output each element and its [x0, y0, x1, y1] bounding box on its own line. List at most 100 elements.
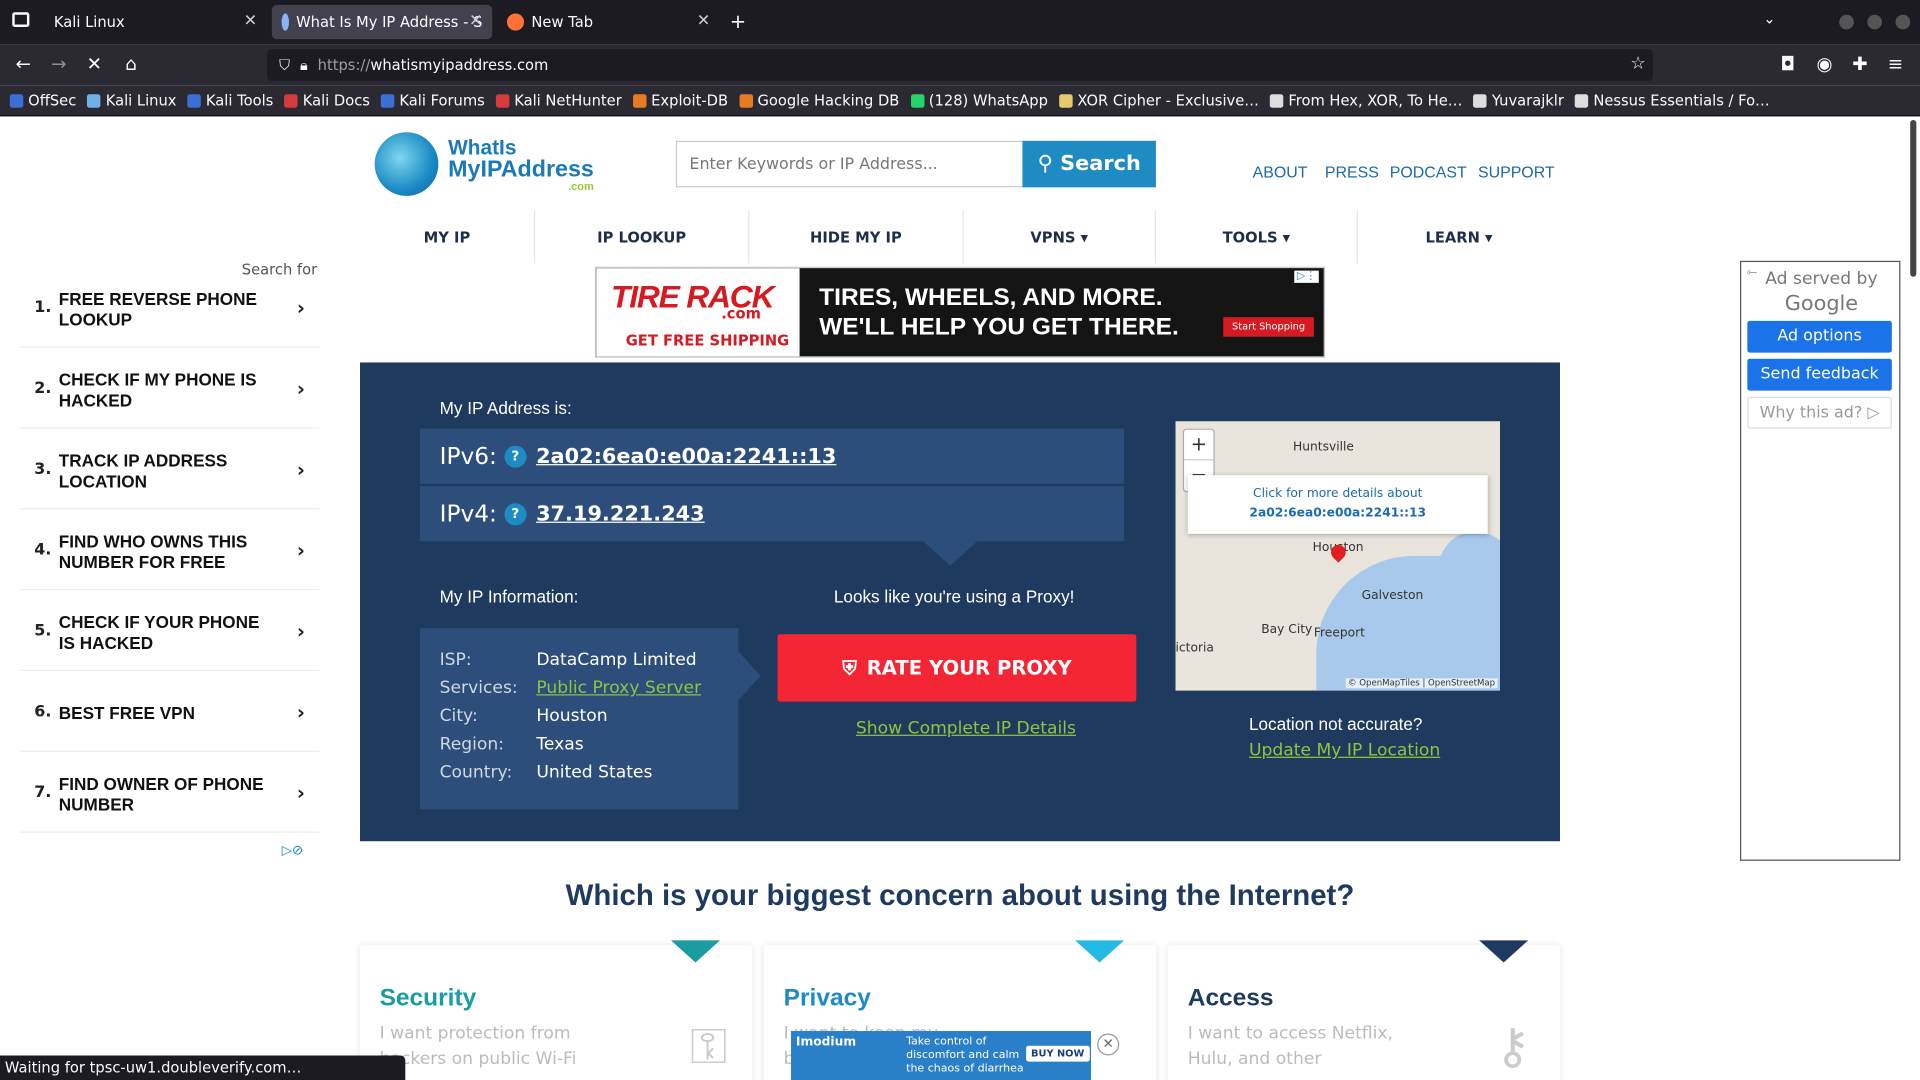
nav-hide-my-ip[interactable]: HIDE MY IP [749, 210, 964, 264]
rate-proxy-button[interactable]: ⛨ RATE YOUR PROXY [777, 634, 1137, 702]
tab-list-icon[interactable] [12, 12, 30, 27]
send-feedback-button[interactable]: Send feedback [1747, 358, 1892, 391]
menu-icon[interactable]: ≡ [1883, 53, 1907, 75]
forward-arrow-icon[interactable]: → [47, 53, 71, 75]
bookmark-item[interactable]: XOR Cipher - Exclusive… [1058, 92, 1259, 109]
why-this-ad-button[interactable]: Why this ad? ▷ [1747, 396, 1892, 429]
shield-icon[interactable]: ⛉ [279, 56, 290, 74]
country-row: Country: United States [439, 762, 653, 783]
search-ad-item[interactable]: 1. FREE REVERSE PHONE LOOKUP › [19, 272, 320, 348]
show-complete-details-link[interactable]: Show Complete IP Details [856, 719, 1076, 739]
site-logo[interactable]: WhatIs MyIPAddress .com [374, 132, 594, 196]
bookmark-item[interactable]: Kali Forums [380, 92, 485, 109]
site-search-button[interactable]: ⚲ Search [1022, 140, 1156, 188]
close-tab-icon[interactable]: ✕ [469, 12, 482, 30]
bookmark-item[interactable]: (128) WhatsApp [910, 92, 1048, 109]
ip-info-box: ISP: DataCamp Limited Services: Public Pro… [420, 628, 739, 810]
search-ad-item[interactable]: 4. FIND WHO OWNS THIS NUMBER FOR FREE › [19, 514, 320, 591]
scrollbar-thumb[interactable] [1910, 120, 1917, 277]
ad-options-button[interactable]: Ad options [1747, 320, 1892, 353]
search-ad-item[interactable]: 2. CHECK IF MY PHONE IS HACKED › [19, 353, 320, 429]
chevron-right-icon: › [296, 377, 305, 401]
maximize-icon[interactable] [1867, 14, 1883, 30]
bookmark-item[interactable]: Kali Tools [187, 92, 273, 109]
press-link[interactable]: PRESS [1325, 163, 1379, 181]
security-card[interactable]: Security I want protection from hackers … [360, 940, 752, 1080]
about-link[interactable]: ABOUT [1253, 163, 1308, 181]
map-label: Freeport [1313, 626, 1365, 641]
concern-heading: Which is your biggest concern about usin… [565, 879, 1355, 913]
bookmark-item[interactable]: Kali Docs [284, 92, 370, 109]
bookmark-favicon-icon [632, 93, 647, 108]
address-bar[interactable]: ⛉ 🔒︎ https:// whatismyipaddress.com ☆ [266, 48, 1654, 81]
nav-ip-lookup[interactable]: IP LOOKUP [535, 210, 750, 264]
page-scrollbar[interactable] [1907, 117, 1920, 1080]
extensions-icon[interactable]: ✚ [1848, 53, 1872, 75]
tab-kali-linux[interactable]: Kali Linux ✕ [44, 5, 267, 39]
update-location-link[interactable]: Update My IP Location [1249, 741, 1440, 761]
back-arrow-icon[interactable]: ← [11, 53, 35, 75]
podcast-link[interactable]: PODCAST [1390, 163, 1467, 181]
pocket-icon[interactable]: ◘ [1776, 53, 1800, 75]
adchoices-icon[interactable]: ▷⋮ [1294, 270, 1319, 283]
bookmark-item[interactable]: Exploit-DB [632, 92, 728, 109]
lock-icon[interactable]: 🔒︎ [300, 56, 308, 74]
access-card[interactable]: Access I want to access Netflix, Hulu, a… [1168, 940, 1561, 1080]
home-icon[interactable]: ⌂ [119, 53, 143, 75]
bookmark-item[interactable]: Kali NetHunter [495, 92, 622, 109]
imodium-bottom-ad[interactable]: Imodium Take control of discomfort and c… [791, 1031, 1092, 1080]
search-icon: ⚲ [1037, 151, 1053, 177]
chevron-right-icon: › [296, 457, 305, 482]
bookmark-favicon-icon [739, 93, 753, 108]
tab-new-tab[interactable]: New Tab ✕ [497, 5, 720, 39]
ipv4-value[interactable]: 37.19.221.243 [536, 501, 705, 525]
nav-my-ip[interactable]: MY IP [360, 210, 536, 264]
nav-tools[interactable]: TOOLS ▾ [1156, 210, 1358, 264]
tire-rack-banner-ad[interactable]: TIRE RACK .com GET FREE SHIPPING TIRES, … [595, 266, 1325, 358]
close-tab-icon[interactable]: ✕ [244, 12, 257, 30]
account-icon[interactable]: ◉ [1812, 53, 1836, 75]
ipv6-value[interactable]: 2a02:6ea0:e00a:2241::13 [536, 444, 836, 468]
minimize-icon[interactable] [1839, 14, 1854, 30]
help-icon[interactable]: ? [504, 502, 527, 525]
bookmark-item[interactable]: Yuvarajklr [1473, 92, 1564, 109]
url-host: whatismyipaddress.com [370, 56, 549, 74]
nav-learn[interactable]: LEARN ▾ [1358, 211, 1560, 264]
bookmark-item[interactable]: OffSec [9, 92, 76, 109]
search-ad-item[interactable]: 7. FIND OWNER OF PHONE NUMBER › [19, 757, 320, 833]
bookmark-item[interactable]: Nessus Essentials / Fo… [1574, 92, 1770, 109]
bookmark-favicon-icon [1058, 93, 1073, 108]
close-window-icon[interactable] [1895, 14, 1911, 30]
new-tab-button[interactable]: + [730, 10, 746, 33]
bookmark-item[interactable]: Google Hacking DB [739, 92, 899, 109]
close-ad-icon[interactable]: ✕ [1097, 1033, 1120, 1056]
help-icon[interactable]: ? [504, 445, 527, 468]
bookmark-item[interactable]: Kali Linux [87, 92, 176, 109]
search-ad-item[interactable]: 6. BEST FREE VPN › [19, 676, 320, 752]
site-search-input[interactable]: Enter Keywords or IP Address... [675, 140, 1024, 188]
tab-what-is-my-ip[interactable]: What Is My IP Address - S ✕ [271, 4, 493, 40]
nav-vpns[interactable]: VPNS ▾ [964, 210, 1156, 264]
stop-loading-icon[interactable]: ✕ [82, 53, 106, 75]
close-tab-icon[interactable]: ✕ [697, 12, 710, 30]
search-ad-item[interactable]: 5. CHECK IF YOUR PHONE IS HACKED › [19, 595, 320, 672]
services-link[interactable]: Public Proxy Server [536, 678, 701, 698]
services-row: Services: Public Proxy Server [439, 678, 702, 698]
region-row: Region: Texas [439, 734, 584, 755]
search-ad-item[interactable]: 3. TRACK IP ADDRESS LOCATION › [19, 433, 320, 510]
location-map[interactable]: + − Click for more details about 2a02:6e… [1175, 421, 1501, 691]
tab-overflow-chevron-icon[interactable]: ⌄ [1763, 10, 1775, 27]
bookmark-favicon-icon [187, 93, 201, 108]
bookmark-star-icon[interactable]: ☆ [1630, 54, 1645, 74]
support-link[interactable]: SUPPORT [1478, 163, 1555, 181]
bookmark-favicon-icon [910, 93, 924, 108]
security-illustration-icon: ⚿ [690, 1018, 728, 1076]
zoom-in-icon[interactable]: + [1184, 430, 1214, 461]
bookmark-favicon-icon [284, 93, 298, 108]
isp-row: ISP: DataCamp Limited [439, 650, 697, 670]
start-shopping-button[interactable]: Start Shopping [1223, 317, 1314, 337]
adchoices-icon[interactable]: ▷⊘ [282, 842, 304, 858]
bookmark-item[interactable]: From Hex, XOR, To He… [1269, 92, 1462, 109]
map-popup[interactable]: Click for more details about 2a02:6ea0:e… [1187, 475, 1488, 534]
buy-now-button[interactable]: BUY NOW [1026, 1045, 1090, 1062]
